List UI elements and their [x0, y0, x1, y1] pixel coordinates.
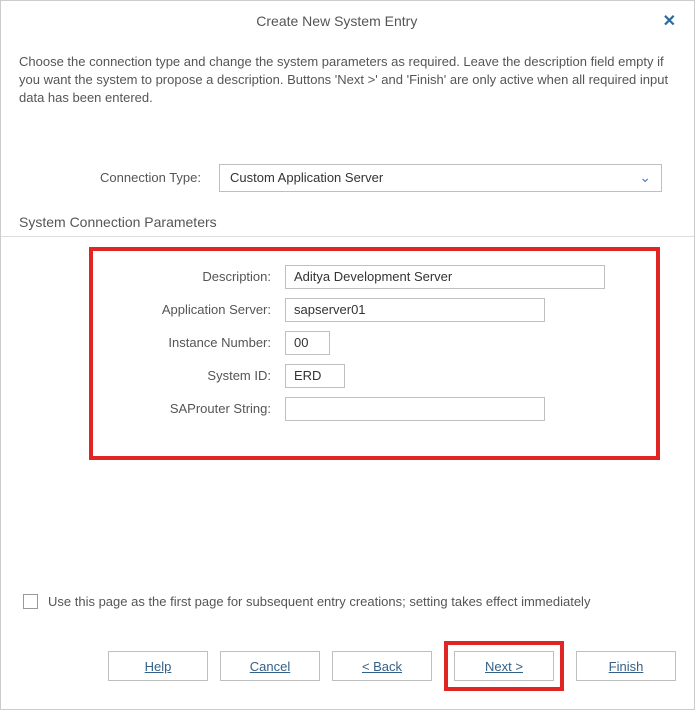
- section-header: System Connection Parameters: [1, 214, 694, 237]
- dialog-title: Create New System Entry: [15, 13, 659, 29]
- close-icon[interactable]: ✕: [659, 11, 680, 31]
- connection-type-select[interactable]: Custom Application Server ⌄: [219, 164, 662, 192]
- button-row: Help Cancel < Back Next > Finish: [108, 641, 676, 691]
- description-row: Description:: [107, 265, 642, 289]
- app-server-input[interactable]: [285, 298, 545, 322]
- title-bar: Create New System Entry ✕: [1, 1, 694, 31]
- description-input[interactable]: [285, 265, 605, 289]
- help-button[interactable]: Help: [108, 651, 208, 681]
- app-server-row: Application Server:: [107, 298, 642, 322]
- description-label: Description:: [107, 269, 285, 284]
- dialog-window: Create New System Entry ✕ Choose the con…: [0, 0, 695, 710]
- connection-type-value: Custom Application Server: [230, 170, 383, 185]
- instance-number-label: Instance Number:: [107, 335, 285, 350]
- connection-type-label: Connection Type:: [19, 170, 219, 185]
- back-button[interactable]: < Back: [332, 651, 432, 681]
- instance-number-input[interactable]: [285, 331, 330, 355]
- form-highlight-box: Description: Application Server: Instanc…: [89, 247, 660, 460]
- first-page-checkbox[interactable]: [23, 594, 38, 609]
- next-button[interactable]: Next >: [454, 651, 554, 681]
- first-page-checkbox-row: Use this page as the first page for subs…: [23, 594, 672, 609]
- saprouter-input[interactable]: [285, 397, 545, 421]
- system-id-label: System ID:: [107, 368, 285, 383]
- cancel-button[interactable]: Cancel: [220, 651, 320, 681]
- app-server-label: Application Server:: [107, 302, 285, 317]
- intro-text: Choose the connection type and change th…: [1, 31, 694, 108]
- first-page-checkbox-label: Use this page as the first page for subs…: [48, 594, 590, 609]
- instance-number-row: Instance Number:: [107, 331, 642, 355]
- next-highlight-box: Next >: [444, 641, 564, 691]
- chevron-down-icon: ⌄: [639, 169, 651, 186]
- finish-button[interactable]: Finish: [576, 651, 676, 681]
- saprouter-label: SAProuter String:: [107, 401, 285, 416]
- saprouter-row: SAProuter String:: [107, 397, 642, 421]
- system-id-input[interactable]: [285, 364, 345, 388]
- connection-type-row: Connection Type: Custom Application Serv…: [1, 164, 694, 192]
- system-id-row: System ID:: [107, 364, 642, 388]
